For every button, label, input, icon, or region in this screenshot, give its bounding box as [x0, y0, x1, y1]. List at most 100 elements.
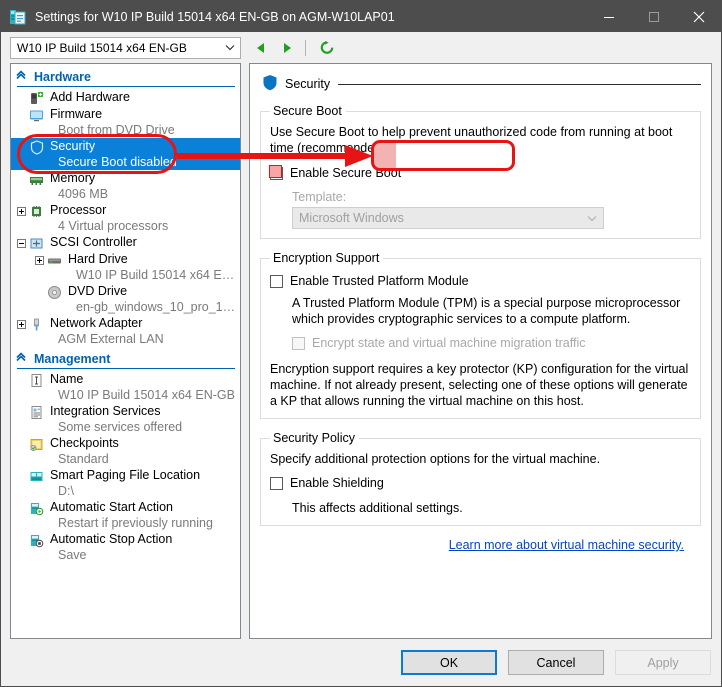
sidebar-item-subtitle: D:\ — [50, 483, 240, 499]
encrypt-traffic-checkbox[interactable] — [292, 337, 305, 350]
name-icon — [28, 372, 45, 388]
apply-button: Apply — [615, 650, 711, 675]
sidebar-item-scsi-controller[interactable]: SCSI Controller — [11, 234, 240, 251]
encrypt-traffic-label: Encrypt state and virtual machine migrat… — [312, 336, 586, 351]
sidebar-item-network-adapter[interactable]: Network Adapter AGM External LAN — [11, 315, 240, 347]
pane-header: Security — [262, 74, 701, 94]
settings-tree[interactable]: Hardware Add Hardware — [10, 63, 241, 639]
forward-button[interactable] — [276, 37, 298, 59]
learn-more-link[interactable]: Learn more about virtual machine securit… — [449, 538, 684, 552]
twisty-placeholder — [15, 500, 28, 516]
firmware-icon — [28, 107, 45, 123]
collapse-toggle[interactable] — [15, 235, 28, 251]
window-title: Settings for W10 IP Build 15014 x64 EN-G… — [35, 10, 586, 24]
minimize-button[interactable] — [586, 1, 631, 32]
expand-toggle[interactable] — [15, 203, 28, 219]
sidebar-item-dvd-drive[interactable]: DVD Drive en-gb_windows_10_pro_1501... — [11, 283, 240, 315]
security-settings-pane: Security Secure Boot Use Secure Boot to … — [249, 63, 712, 639]
annotation-checkbox-fill — [269, 165, 282, 178]
template-label: Template: — [292, 190, 691, 204]
enable-shielding-checkbox[interactable] — [270, 477, 283, 490]
sidebar-item-subtitle: W10 IP Build 15014 x64 EN-GB — [50, 387, 240, 403]
sidebar-item-automatic-stop-action[interactable]: Automatic Stop Action Save — [11, 531, 240, 563]
sidebar-item-subtitle: Standard — [50, 451, 240, 467]
sidebar-item-title: Automatic Stop Action — [50, 531, 240, 547]
twisty-placeholder — [15, 107, 28, 123]
chevron-down-icon — [220, 38, 240, 58]
tree-group-label: Hardware — [34, 70, 91, 84]
chevron-down-icon — [581, 215, 603, 222]
secure-boot-legend: Secure Boot — [270, 104, 346, 118]
maximize-button[interactable] — [631, 1, 676, 32]
sidebar-item-title: Hard Drive — [68, 251, 240, 267]
security-policy-legend: Security Policy — [270, 431, 359, 445]
encrypt-traffic-row[interactable]: Encrypt state and virtual machine migrat… — [270, 336, 691, 351]
hyperv-settings-icon — [9, 8, 27, 26]
group-divider — [17, 86, 235, 87]
tree-group-label: Management — [34, 352, 110, 366]
enable-tpm-row[interactable]: Enable Trusted Platform Module — [270, 274, 691, 289]
sidebar-item-title: DVD Drive — [68, 283, 240, 299]
security-policy-group: Security Policy Specify additional prote… — [260, 431, 701, 526]
auto-stop-icon — [28, 532, 45, 548]
vm-selector-combobox[interactable]: W10 IP Build 15014 x64 EN-GB — [10, 37, 241, 59]
enable-shielding-row[interactable]: Enable Shielding — [270, 476, 691, 491]
collapse-chevron-icon[interactable] — [15, 351, 27, 366]
sidebar-item-subtitle: Secure Boot disabled — [50, 154, 240, 170]
pane-title: Security — [285, 77, 330, 91]
sidebar-item-subtitle: en-gb_windows_10_pro_1501... — [68, 299, 240, 315]
encryption-footnote: Encryption support requires a key protec… — [270, 361, 691, 409]
sidebar-item-subtitle: Save — [50, 547, 240, 563]
sidebar-item-title: Smart Paging File Location — [50, 467, 240, 483]
sidebar-item-smart-paging-file-location[interactable]: Smart Paging File Location D:\ — [11, 467, 240, 499]
enable-tpm-label: Enable Trusted Platform Module — [290, 274, 469, 289]
integration-services-icon — [28, 404, 45, 420]
sidebar-item-subtitle: W10 IP Build 15014 x64 EN-GB... — [68, 267, 240, 283]
tpm-description: A Trusted Platform Module (TPM) is a spe… — [270, 295, 691, 327]
security-policy-description: Specify additional protection options fo… — [270, 451, 691, 467]
sidebar-item-security[interactable]: Security Secure Boot disabled — [11, 138, 240, 170]
close-button[interactable] — [676, 1, 721, 32]
sidebar-item-title: Checkpoints — [50, 435, 240, 451]
sidebar-item-hard-drive[interactable]: Hard Drive W10 IP Build 15014 x64 EN-GB.… — [11, 251, 240, 283]
processor-icon — [28, 203, 45, 219]
enable-tpm-checkbox[interactable] — [270, 275, 283, 288]
collapse-chevron-icon[interactable] — [15, 69, 27, 84]
enable-secure-boot-row[interactable]: Enable Secure Boot — [270, 166, 691, 181]
sidebar-item-integration-services[interactable]: Integration Services Some services offer… — [11, 403, 240, 435]
secure-boot-description: Use Secure Boot to help prevent unauthor… — [270, 124, 691, 156]
auto-start-icon — [28, 500, 45, 516]
sidebar-item-memory[interactable]: Memory 4096 MB — [11, 170, 240, 202]
expand-toggle[interactable] — [15, 316, 28, 332]
ok-button[interactable]: OK — [401, 650, 497, 675]
sidebar-item-processor[interactable]: Processor 4 Virtual processors — [11, 202, 240, 234]
smart-paging-icon — [28, 468, 45, 484]
sidebar-item-name[interactable]: Name W10 IP Build 15014 x64 EN-GB — [11, 371, 240, 403]
refresh-button[interactable] — [316, 37, 338, 59]
encryption-support-legend: Encryption Support — [270, 251, 383, 265]
sidebar-item-subtitle: AGM External LAN — [50, 331, 240, 347]
secure-boot-group: Secure Boot Use Secure Boot to help prev… — [260, 104, 701, 239]
add-hardware-icon — [28, 90, 45, 106]
hard-drive-icon — [46, 252, 63, 268]
sidebar-item-firmware[interactable]: Firmware Boot from DVD Drive — [11, 106, 240, 138]
sidebar-item-add-hardware[interactable]: Add Hardware — [11, 89, 240, 106]
sidebar-item-checkpoints[interactable]: Checkpoints Standard — [11, 435, 240, 467]
back-button[interactable] — [250, 37, 272, 59]
sidebar-item-automatic-start-action[interactable]: Automatic Start Action Restart if previo… — [11, 499, 240, 531]
toolbar-separator — [305, 40, 306, 56]
dialog-footer: OK Cancel Apply — [1, 639, 721, 686]
tree-group-hardware[interactable]: Hardware — [11, 67, 240, 86]
enable-secure-boot-checkbox[interactable] — [270, 167, 283, 180]
twisty-placeholder — [33, 284, 46, 300]
template-combobox[interactable]: Microsoft Windows — [292, 207, 604, 229]
tree-group-management[interactable]: Management — [11, 349, 240, 368]
toolbar: W10 IP Build 15014 x64 EN-GB — [1, 32, 721, 63]
sidebar-item-title: SCSI Controller — [50, 234, 240, 250]
twisty-placeholder — [15, 139, 28, 155]
sidebar-item-title: Network Adapter — [50, 315, 240, 331]
expand-toggle[interactable] — [33, 252, 46, 268]
cancel-button[interactable]: Cancel — [508, 650, 604, 675]
sidebar-item-subtitle: 4 Virtual processors — [50, 218, 240, 234]
dvd-drive-icon — [46, 284, 63, 300]
